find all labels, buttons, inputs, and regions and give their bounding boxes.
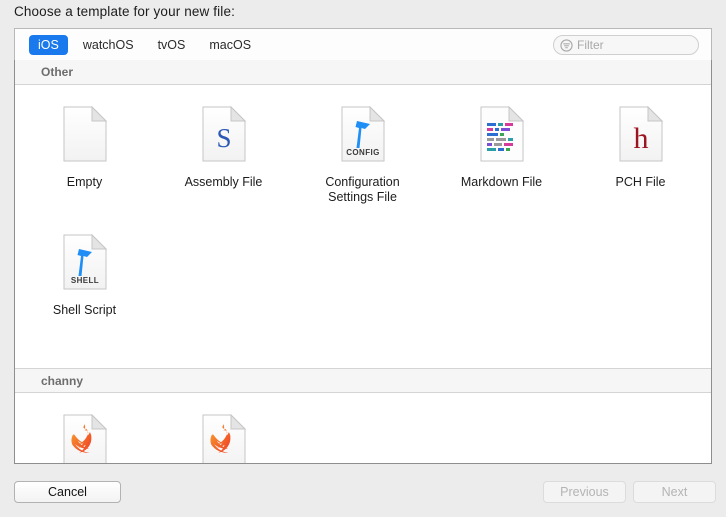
template-item-pch-file[interactable]: h PCH File [571,85,710,213]
swift-document-icon [59,413,111,463]
group-header-channy: channy [15,368,711,393]
blank-document-icon [59,105,111,163]
template-item-assembly-file[interactable]: S Assembly File [154,85,293,213]
template-label: PCH File [615,175,666,189]
tab-watchos[interactable]: watchOS [74,35,143,55]
shell-hammer-document-icon: SHELL [59,233,111,291]
platform-tab-bar: iOS watchOS tvOS macOS [14,28,712,61]
dialog-prompt: Choose a template for your new file: [14,4,235,19]
template-grid-other: Empty S Assembly File CONFIG Configurati… [15,85,711,326]
template-item-empty[interactable]: Empty [15,85,154,213]
template-list-panel: Other Empty S Assembly File CONFIG Confi… [14,60,712,464]
filter-input[interactable] [577,38,689,52]
template-label: Empty [66,175,103,189]
tab-macos[interactable]: macOS [200,35,260,55]
new-file-template-dialog: Choose a template for your new file: iOS… [0,0,726,517]
template-item-shell-script[interactable]: SHELL Shell Script [15,213,154,326]
svg-text:CONFIG: CONFIG [346,148,380,157]
cancel-button[interactable]: Cancel [14,481,121,503]
group-header-other: Other [15,60,711,85]
assembly-s-document-icon: S [198,105,250,163]
swift-document-icon [198,413,250,463]
previous-button[interactable]: Previous [543,481,626,503]
filter-icon [560,38,573,52]
pch-h-document-icon: h [615,105,667,163]
tab-tvos[interactable]: tvOS [149,35,195,55]
svg-text:S: S [216,123,231,153]
template-label: Configuration Settings File [325,175,400,204]
template-item-viewcontroller[interactable]: ViewController [154,393,293,463]
template-item-markdown-file[interactable]: Markdown File [432,85,571,213]
filter-field[interactable] [553,35,699,55]
template-label: Shell Script [52,303,117,317]
template-item-tableviewcontroller[interactable]: TableViewController [15,393,154,463]
next-button[interactable]: Next [633,481,716,503]
group-bottom-spacer [15,326,711,368]
template-label: Assembly File [184,175,263,189]
markdown-document-icon [476,105,528,163]
config-hammer-document-icon: CONFIG [337,105,389,163]
template-label: Markdown File [460,175,543,189]
svg-text:h: h [633,122,648,155]
svg-text:SHELL: SHELL [70,276,98,285]
tab-ios[interactable]: iOS [29,34,68,55]
template-grid-channy: TableViewController ViewController [15,393,711,463]
template-item-configuration-settings-file[interactable]: CONFIG Configuration Settings File [293,85,432,213]
